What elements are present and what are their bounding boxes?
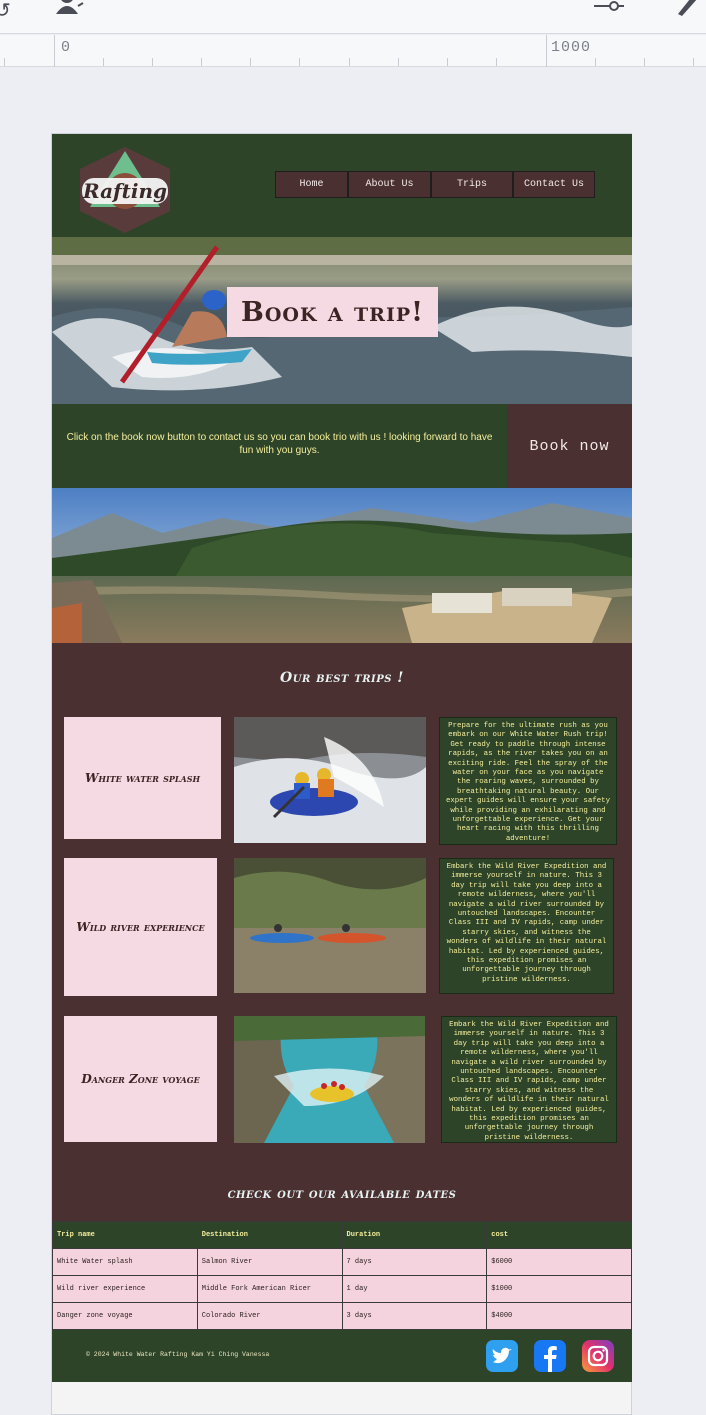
trip-description-wild-river: Embark the Wild River Expedition and imm…: [439, 858, 614, 994]
available-dates-table: Trip name Destination Duration cost Whit…: [52, 1221, 632, 1330]
ruler: 0 1000: [0, 35, 706, 67]
instagram-icon[interactable]: [582, 1340, 614, 1372]
table-row: Danger zone voyage Colorado River 3 days…: [52, 1302, 632, 1330]
pen-icon[interactable]: [674, 0, 700, 22]
table-cell: Wild river experience: [52, 1275, 198, 1303]
nav-contact-us[interactable]: Contact Us: [513, 171, 595, 198]
table-header: Duration: [341, 1221, 488, 1249]
nav-trips[interactable]: Trips: [431, 171, 513, 198]
table-cell: $1000: [486, 1275, 632, 1303]
trip-card-wild-river[interactable]: Wild river experience: [64, 858, 217, 996]
book-now-button[interactable]: Book now: [507, 404, 632, 488]
trip-photo-wild-river: [234, 858, 426, 993]
twitter-icon[interactable]: [486, 1340, 518, 1372]
user-icon[interactable]: [54, 0, 84, 20]
sliders-icon[interactable]: [592, 0, 626, 22]
table-cell: Salmon River: [196, 1248, 343, 1276]
ruler-start-label: 0: [61, 39, 72, 56]
dates-title: check out our available dates: [227, 1186, 457, 1202]
table-cell: $6000: [486, 1248, 632, 1276]
rafting-logo[interactable]: Rafting: [78, 147, 172, 233]
page-preview: Rafting Home About Us Trips Contact Us B…: [51, 133, 632, 1415]
booking-text: Click on the book now button to contact …: [66, 432, 493, 456]
table-cell: 3 days: [341, 1302, 488, 1330]
hero-title: Book a trip!: [227, 287, 438, 337]
hero-banner: Book a trip!: [52, 237, 632, 404]
table-row: Wild river experience Middle Fork Americ…: [52, 1275, 632, 1303]
table-header: Destination: [196, 1221, 343, 1249]
river-panorama-image: [52, 488, 632, 643]
copyright-text: © 2024 White Water Rafting Kam Yi Ching …: [86, 1351, 270, 1358]
site-header: Rafting Home About Us Trips Contact Us: [52, 134, 632, 237]
table-cell: 1 day: [341, 1275, 488, 1303]
trip-card-white-water[interactable]: White water splash: [64, 717, 221, 839]
booking-band: Click on the book now button to contact …: [52, 404, 632, 488]
table-cell: $4000: [486, 1302, 632, 1330]
trip-photo-white-water: [234, 717, 426, 843]
table-header-row: Trip name Destination Duration cost: [52, 1221, 632, 1249]
logo-text: Rafting: [82, 179, 167, 203]
trips-section: Our best trips ! White water splash Prep…: [52, 643, 632, 1166]
table-header: cost: [486, 1221, 632, 1249]
ruler-end-label: 1000: [551, 39, 592, 56]
trips-title: Our best trips !: [280, 670, 404, 686]
main-nav: Home About Us Trips Contact Us: [275, 171, 595, 198]
dates-section: check out our available dates: [52, 1166, 632, 1222]
table-cell: Colorado River: [196, 1302, 343, 1330]
table-cell: 7 days: [341, 1248, 488, 1276]
site-footer: © 2024 White Water Rafting Kam Yi Ching …: [52, 1330, 632, 1382]
trip-photo-danger-zone: [234, 1016, 425, 1143]
trip-description-white-water: Prepare for the ultimate rush as you emb…: [439, 717, 617, 845]
table-header: Trip name: [52, 1221, 198, 1249]
facebook-icon[interactable]: [534, 1340, 566, 1372]
nav-home[interactable]: Home: [275, 171, 348, 198]
trip-card-danger-zone[interactable]: Danger Zone voyage: [64, 1016, 217, 1142]
table-cell: Danger zone voyage: [52, 1302, 198, 1330]
table-cell: Middle Fork American Ricer: [196, 1275, 343, 1303]
editor-toolbar: ↺: [0, 0, 706, 34]
nav-about-us[interactable]: About Us: [348, 171, 431, 198]
table-cell: White Water splash: [52, 1248, 198, 1276]
undo-icon[interactable]: ↺: [0, 0, 11, 22]
table-row: White Water splash Salmon River 7 days $…: [52, 1248, 632, 1276]
trip-description-danger-zone: Embark the Wild River Expedition and imm…: [441, 1016, 617, 1143]
